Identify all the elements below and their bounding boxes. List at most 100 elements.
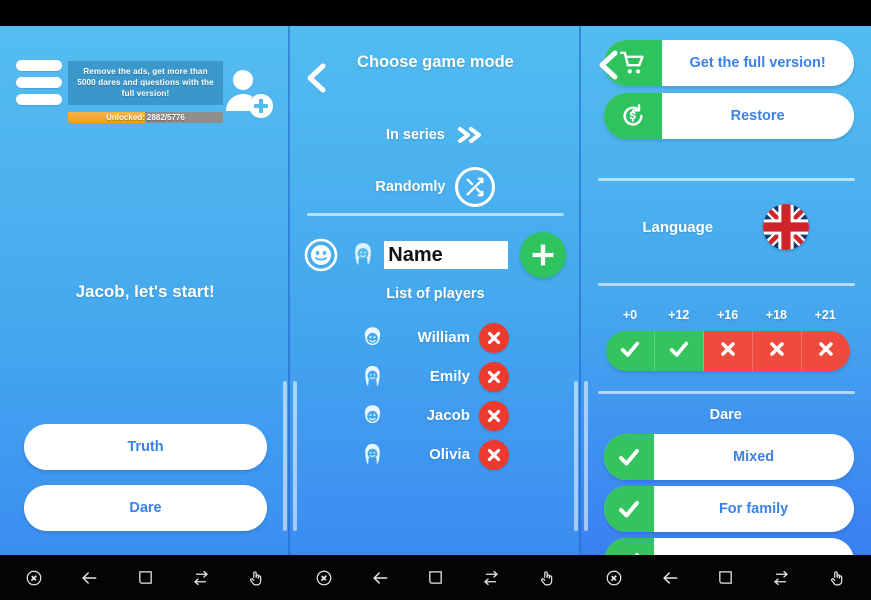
age-filter-toggle[interactable] bbox=[654, 331, 704, 371]
section-divider bbox=[597, 391, 855, 394]
age-filter-toggle[interactable] bbox=[703, 331, 753, 371]
panel-scrollbar[interactable] bbox=[283, 381, 288, 531]
dare-button[interactable]: Dare bbox=[24, 485, 267, 531]
gender-toggle-icon[interactable] bbox=[304, 238, 338, 272]
add-user-icon[interactable] bbox=[222, 66, 274, 118]
mode-in-series-label: In series bbox=[386, 127, 445, 143]
panel-game-screen: Remove the ads, get more than 5000 dares… bbox=[0, 26, 291, 555]
switch-app-icon[interactable] bbox=[190, 567, 212, 589]
truth-button-label: Truth bbox=[127, 439, 164, 455]
touch-pointer-icon[interactable] bbox=[826, 567, 848, 589]
double-chevron-right-icon bbox=[455, 125, 485, 145]
android-navigation-bar bbox=[0, 555, 871, 600]
mode-in-series[interactable]: In series bbox=[290, 125, 580, 145]
check-icon[interactable] bbox=[603, 434, 654, 480]
dare-option-row[interactable] bbox=[603, 538, 854, 555]
check-icon[interactable] bbox=[603, 486, 654, 532]
status-bar bbox=[0, 0, 871, 26]
panel-scrollbar[interactable] bbox=[293, 381, 298, 531]
app-screenshot: Remove the ads, get more than 5000 dares… bbox=[0, 0, 871, 600]
switch-app-icon[interactable] bbox=[480, 567, 502, 589]
age-filter-label: +18 bbox=[765, 308, 787, 322]
back-arrow-icon[interactable] bbox=[369, 567, 391, 589]
get-full-version-button[interactable]: Get the full version! bbox=[603, 40, 854, 86]
player-row: Emily bbox=[290, 357, 580, 396]
truth-button[interactable]: Truth bbox=[24, 424, 267, 470]
check-icon[interactable] bbox=[603, 538, 654, 555]
age-filter-bar bbox=[605, 331, 850, 371]
promo-banner[interactable]: Remove the ads, get more than 5000 dares… bbox=[68, 61, 223, 106]
check-icon bbox=[668, 338, 690, 365]
age-filter-toggle[interactable] bbox=[605, 331, 655, 371]
back-chevron-icon[interactable] bbox=[594, 48, 624, 82]
mode-randomly[interactable]: Randomly bbox=[290, 167, 580, 207]
touch-pointer-icon[interactable] bbox=[536, 567, 558, 589]
plus-icon bbox=[532, 244, 554, 266]
panel-settings: Get the full version! Restore Language +… bbox=[580, 26, 871, 555]
touch-pointer-icon[interactable] bbox=[245, 567, 267, 589]
promo-text: Remove the ads, get more than 5000 dares… bbox=[77, 67, 214, 99]
hamburger-menu-icon[interactable] bbox=[16, 60, 62, 105]
close-x-icon bbox=[718, 339, 738, 364]
player-name: Emily bbox=[429, 368, 470, 385]
dare-option-label: Mixed bbox=[733, 449, 775, 465]
restore-purchase-icon bbox=[603, 93, 662, 139]
home-square-icon[interactable] bbox=[424, 567, 446, 589]
mode-randomly-label: Randomly bbox=[375, 179, 446, 195]
player-name: Jacob bbox=[426, 407, 470, 424]
dare-section-title: Dare bbox=[709, 407, 742, 423]
hamburger-bar bbox=[16, 94, 62, 105]
players-list: William Emily Jacob Olivia bbox=[290, 318, 580, 474]
player-name: Olivia bbox=[429, 446, 470, 463]
list-of-players-caption: List of players bbox=[386, 286, 485, 302]
close-x-icon bbox=[767, 339, 787, 364]
home-square-icon[interactable] bbox=[134, 567, 156, 589]
age-filter-toggle[interactable] bbox=[752, 331, 802, 371]
screenshot-icon[interactable] bbox=[603, 567, 625, 589]
player-name-input[interactable] bbox=[384, 241, 509, 269]
age-filter-label: +21 bbox=[814, 308, 836, 322]
phone-panels: Remove the ads, get more than 5000 dares… bbox=[0, 26, 871, 555]
delete-player-button[interactable] bbox=[478, 361, 509, 392]
age-filter-label: +0 bbox=[622, 308, 638, 322]
screenshot-icon[interactable] bbox=[23, 567, 45, 589]
section-divider bbox=[597, 178, 855, 181]
shuffle-icon bbox=[455, 167, 496, 207]
female-avatar-icon bbox=[352, 242, 374, 268]
delete-player-button[interactable] bbox=[478, 322, 509, 353]
dare-option-row[interactable]: Mixed bbox=[603, 434, 854, 480]
language-label: Language bbox=[642, 218, 714, 236]
age-filter-label: +12 bbox=[668, 308, 690, 322]
female-avatar-icon bbox=[362, 365, 383, 388]
add-player-button[interactable] bbox=[520, 232, 567, 278]
back-arrow-icon[interactable] bbox=[78, 567, 100, 589]
home-square-icon[interactable] bbox=[715, 567, 737, 589]
age-filter-labels: +0 +12 +16 +18 +21 bbox=[606, 308, 850, 322]
player-row: Olivia bbox=[290, 435, 580, 474]
age-filter-toggle[interactable] bbox=[801, 331, 850, 371]
nav-group bbox=[290, 555, 580, 600]
female-avatar-icon bbox=[362, 443, 383, 466]
screenshot-icon[interactable] bbox=[313, 567, 335, 589]
restore-button[interactable]: Restore bbox=[603, 93, 854, 139]
dare-option-row[interactable]: For family bbox=[603, 486, 854, 532]
delete-player-button[interactable] bbox=[478, 400, 509, 431]
language-row[interactable]: Language bbox=[581, 196, 871, 258]
nav-group bbox=[581, 555, 871, 600]
section-divider bbox=[307, 213, 565, 216]
switch-app-icon[interactable] bbox=[770, 567, 792, 589]
back-arrow-icon[interactable] bbox=[659, 567, 681, 589]
age-filter-label: +16 bbox=[716, 308, 739, 322]
panel-scrollbar[interactable] bbox=[573, 381, 578, 531]
panel-game-mode: Choose game mode In series Randomly Name… bbox=[290, 26, 581, 555]
get-full-version-label: Get the full version! bbox=[689, 55, 826, 71]
player-row: Jacob bbox=[290, 396, 580, 435]
restore-label: Restore bbox=[730, 108, 785, 124]
male-avatar-icon bbox=[362, 326, 383, 349]
panel-scrollbar[interactable] bbox=[583, 381, 588, 531]
dare-option-label bbox=[654, 538, 854, 555]
delete-player-button[interactable] bbox=[478, 439, 509, 470]
dare-option-label: For family bbox=[718, 501, 789, 517]
uk-flag-icon[interactable] bbox=[763, 204, 810, 250]
player-name: William bbox=[417, 329, 470, 346]
